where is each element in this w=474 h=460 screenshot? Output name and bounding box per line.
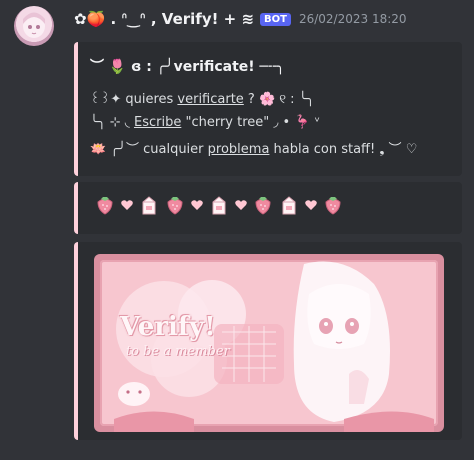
banner-illustration [114, 261, 434, 432]
heart-icon [305, 200, 317, 210]
strawberry-icon [97, 197, 113, 215]
line-3-suffix: habla con staff! ❟ ︶ ♡ [269, 142, 418, 157]
strawberry-icon [325, 197, 341, 215]
link-escribe: Escribe [133, 115, 182, 130]
banner-embed: Verify! to be a member [74, 242, 462, 440]
verify-banner-image[interactable]: Verify! to be a member [94, 254, 444, 432]
anime-girl-avatar-icon [23, 12, 45, 38]
heart-icon [121, 200, 133, 210]
line-2-prefix: ╰╮ ⊹ ◟ [90, 115, 134, 130]
line-2-suffix: "cherry tree" ◞ • 🦩 ᵛ [181, 115, 321, 130]
heart-icon [235, 200, 247, 210]
verification-embed: ︶ 🌷 ɞ : ╭╯verificate! ─╌╮ ꒰꒱✦ quieres ve… [74, 42, 462, 176]
decoration-embed [74, 182, 462, 234]
username[interactable]: ✿🍑 . ᐢ‿ᐢ , Verify! + ≋ [74, 10, 254, 28]
link-verificarte: verificarte [177, 92, 244, 107]
bot-badge: BOT [260, 12, 291, 26]
avatar[interactable] [14, 6, 54, 46]
line-1-suffix: ? 🌸 ୧ : ╰╮ [243, 92, 315, 107]
strawberry-icon [167, 197, 183, 215]
timestamp: 26/02/2023 18:20 [298, 12, 407, 26]
line-3-prefix: 🪷 ╭╯︶ cualquier [90, 142, 208, 157]
link-problema: problema [207, 142, 270, 157]
embed-line-3: 🪷 ╭╯︶ cualquier problema habla con staff… [90, 138, 448, 157]
line-1-prefix: ꒰꒱✦ quieres [90, 92, 178, 107]
message-header: ✿🍑 . ᐢ‿ᐢ , Verify! + ≋ BOT 26/02/2023 18… [74, 8, 407, 30]
heart-icon [191, 200, 203, 210]
milk-carton-icon [282, 196, 296, 215]
milk-carton-icon [142, 196, 156, 215]
embed-title: ︶ 🌷 ɞ : ╭╯verificate! ─╌╮ [90, 59, 285, 75]
embed-line-2: ╰╮ ⊹ ◟ Escribe "cherry tree" ◞ • 🦩 ᵛ [90, 115, 448, 130]
strawberry-icon [255, 197, 271, 215]
embed-line-1: ꒰꒱✦ quieres verificarte ? 🌸 ୧ : ╰╮ [90, 90, 448, 107]
pixel-decoration-strip [94, 194, 344, 216]
banner-title: Verify! [120, 312, 216, 342]
banner-subtitle: to be a member [126, 344, 230, 359]
milk-carton-icon [212, 196, 226, 215]
